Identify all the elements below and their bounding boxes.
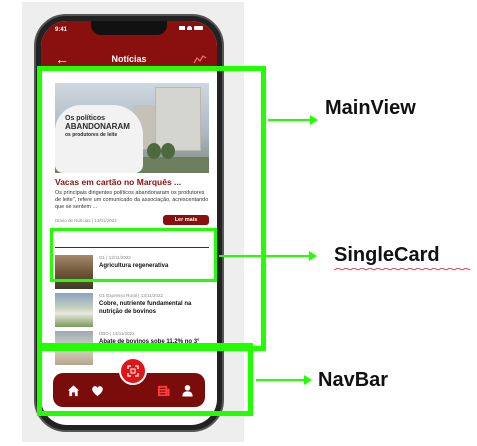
battery-icon	[194, 26, 203, 30]
mainview-arrow	[268, 115, 318, 125]
camera-notch	[91, 21, 167, 35]
navbar-highlight-box	[37, 343, 253, 416]
navbar-arrow	[256, 375, 312, 385]
status-bar: 9:41	[41, 21, 217, 49]
status-icons	[179, 26, 203, 30]
mainview-label: MainView	[325, 97, 416, 119]
mainview-highlight-box	[37, 66, 266, 351]
page-title: Notícias	[111, 54, 147, 64]
status-time: 9:41	[55, 27, 68, 33]
trend-icon[interactable]	[193, 53, 207, 65]
singlecard-highlight-box	[50, 228, 217, 282]
navbar-label: NavBar	[318, 369, 389, 391]
singlecard-label: SingleCard	[334, 244, 440, 266]
signal-icon	[179, 26, 185, 30]
spellcheck-underline	[334, 268, 471, 271]
wifi-icon	[187, 26, 192, 30]
singlecard-arrow	[219, 251, 317, 261]
